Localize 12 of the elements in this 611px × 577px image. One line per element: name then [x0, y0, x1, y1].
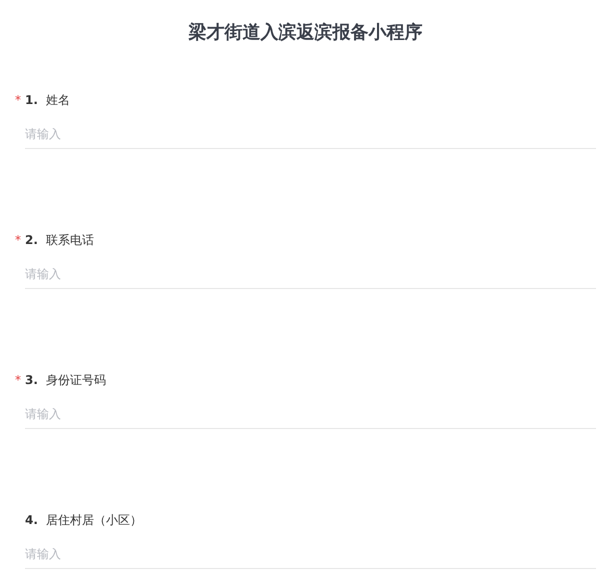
required-mark: * [15, 233, 21, 247]
question-label: 身份证号码 [46, 372, 106, 388]
required-mark: * [15, 373, 21, 387]
question-label: 联系电话 [46, 232, 94, 248]
question-number: 1. [25, 93, 38, 107]
question-number: 2. [25, 233, 38, 247]
question-number: 3. [25, 373, 38, 387]
question-number: 4. [25, 513, 38, 527]
question-label: 居住村居（小区） [46, 512, 142, 528]
required-mark: * [15, 93, 21, 107]
question-label: 姓名 [46, 92, 70, 108]
page-title: 梁才街道入滨返滨报备小程序 [188, 21, 424, 45]
